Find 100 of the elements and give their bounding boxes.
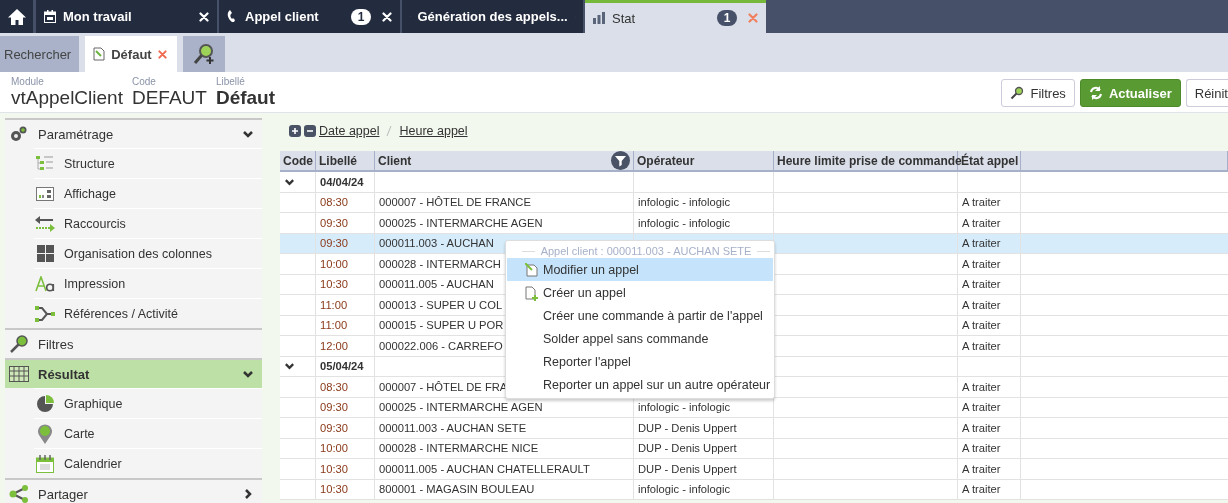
- field-label: Module: [11, 76, 45, 87]
- field-value: Défaut: [215, 87, 276, 109]
- time-cell: 09:30: [320, 421, 348, 434]
- status-cell: A traiter: [962, 196, 1001, 209]
- calendar-icon: [44, 10, 56, 23]
- add-search-button[interactable]: [182, 36, 225, 72]
- menu-item[interactable]: Reporter l'appel: [507, 350, 773, 373]
- chevron-down-icon[interactable]: [242, 368, 254, 380]
- column-header[interactable]: Code: [283, 153, 313, 168]
- client-cell: 800001 - MAGASIN BOULEAU: [379, 483, 535, 496]
- sidebar-section[interactable]: Filtres: [5, 328, 262, 358]
- tab-label: Génération des appels...: [417, 9, 568, 24]
- client-cell: 000007 - HÔTEL DE FRANCE: [379, 196, 531, 209]
- refresh-icon: [1088, 86, 1103, 100]
- pie-chart-icon: [36, 394, 54, 413]
- client-cell: 000011.005 - AUCHAN: [379, 278, 494, 291]
- time-cell: 08:30: [320, 380, 348, 393]
- sidebar-section[interactable]: Résultat: [5, 358, 262, 388]
- new-document-icon: [525, 286, 538, 301]
- search-add-icon: [191, 42, 216, 66]
- time-cell: 12:00: [320, 339, 348, 352]
- status-cell: A traiter: [962, 442, 1001, 455]
- grouping-link[interactable]: Date appel: [319, 124, 380, 138]
- operator-cell: DUP - Denis Uppert: [638, 442, 737, 455]
- menu-item[interactable]: Solder appel sans commande: [507, 327, 773, 350]
- menu-item[interactable]: Modifier un appel: [507, 258, 773, 281]
- status-cell: A traiter: [962, 298, 1001, 311]
- time-cell: 09:30: [320, 216, 348, 229]
- group-date: 04/04/24: [320, 175, 364, 188]
- search-icon: [9, 334, 29, 354]
- operator-cell: DUP - Denis Uppert: [638, 421, 737, 434]
- time-cell: 10:30: [320, 483, 348, 496]
- column-header[interactable]: Heure limite prise de commande: [777, 153, 962, 168]
- collapse-all-icon[interactable]: [304, 125, 316, 137]
- tab-label: Mon travail: [63, 9, 133, 24]
- time-cell: 08:30: [320, 196, 348, 209]
- client-cell: 000011.005 - AUCHAN CHATELLERAULT: [379, 462, 590, 475]
- status-cell: A traiter: [962, 483, 1001, 496]
- operator-cell: infologic - infologic: [638, 483, 731, 496]
- tab-label: Appel client: [245, 9, 320, 24]
- time-cell: 10:30: [320, 278, 348, 291]
- group-date: 05/04/24: [320, 360, 364, 373]
- status-cell: A traiter: [962, 462, 1001, 475]
- app-tab[interactable]: Génération des appels...: [402, 0, 583, 33]
- column-header[interactable]: Libellé: [319, 153, 357, 168]
- reset-button[interactable]: Réinit: [1185, 79, 1228, 107]
- table-icon: [9, 366, 29, 382]
- expand-all-icon[interactable]: [289, 125, 301, 137]
- menu-item[interactable]: Créer une commande à partir de l'appel: [507, 304, 773, 327]
- app-tab[interactable]: Stat 1: [585, 0, 766, 33]
- status-cell: A traiter: [962, 278, 1001, 291]
- chevron-right-icon[interactable]: [242, 488, 254, 500]
- filter-icon[interactable]: [611, 151, 630, 170]
- gears-icon: [10, 126, 28, 142]
- time-cell: 10:30: [320, 462, 348, 475]
- status-cell: A traiter: [962, 380, 1001, 393]
- client-cell: 000013 - SUPER U COL: [379, 298, 503, 311]
- column-header[interactable]: État appel: [961, 153, 1019, 168]
- filters-button[interactable]: Filtres: [1001, 79, 1075, 107]
- operator-cell: infologic - infologic: [638, 216, 731, 229]
- structure-icon: [36, 155, 54, 172]
- chevron-down-icon[interactable]: [242, 128, 254, 140]
- status-cell: A traiter: [962, 339, 1001, 352]
- phone-icon: [227, 10, 238, 23]
- grouping-link[interactable]: Heure appel: [399, 124, 468, 138]
- map-pin-icon: [37, 423, 53, 444]
- client-cell: 000022.006 - CARREFO: [379, 339, 503, 352]
- client-cell: 000028 - INTERMARCH: [379, 257, 501, 270]
- operator-cell: infologic - infologic: [638, 401, 731, 414]
- status-cell: A traiter: [962, 257, 1001, 270]
- app-tab[interactable]: Mon travail: [36, 0, 217, 33]
- app-tab[interactable]: Appel client 1: [219, 0, 400, 33]
- time-cell: 10:00: [320, 442, 348, 455]
- share-icon: [9, 485, 29, 503]
- branch-icon: [35, 305, 55, 322]
- client-cell: 000025 - INTERMARCHE AGEN: [379, 216, 543, 229]
- column-header[interactable]: Client: [378, 153, 412, 168]
- time-cell: 10:00: [320, 257, 348, 270]
- column-header[interactable]: Opérateur: [637, 153, 695, 168]
- menu-item[interactable]: Reporter un appel sur un autre opérateur: [507, 373, 773, 396]
- edit-document-icon: [525, 263, 538, 277]
- client-cell: 000015 - SUPER U POR: [379, 319, 504, 332]
- arrows-icon: [35, 215, 55, 232]
- client-cell: 000011.003 - AUCHAN SETE: [379, 421, 527, 434]
- home-button[interactable]: [0, 0, 33, 33]
- field-value: DEFAUT: [131, 87, 207, 109]
- separator-icon: [386, 125, 393, 137]
- operator-cell: infologic - infologic: [638, 196, 731, 209]
- count-badge: 1: [351, 8, 371, 25]
- status-cell: A traiter: [962, 319, 1001, 332]
- sidebar-section[interactable]: Paramétrage: [5, 118, 262, 148]
- menu-item[interactable]: Créer un appel: [507, 281, 773, 304]
- view-tab[interactable]: Rechercher: [0, 36, 80, 72]
- client-cell: 000028 - INTERMARCHE NICE: [379, 442, 539, 455]
- view-tab[interactable]: Défaut: [85, 36, 177, 72]
- field-label: Libellé: [215, 76, 246, 87]
- sidebar-section[interactable]: Partager: [5, 478, 262, 503]
- menu-title: Appel client : 000011.003 - AUCHAN SETE: [540, 245, 752, 257]
- time-cell: 09:30: [320, 237, 348, 250]
- time-cell: 11:00: [320, 319, 348, 332]
